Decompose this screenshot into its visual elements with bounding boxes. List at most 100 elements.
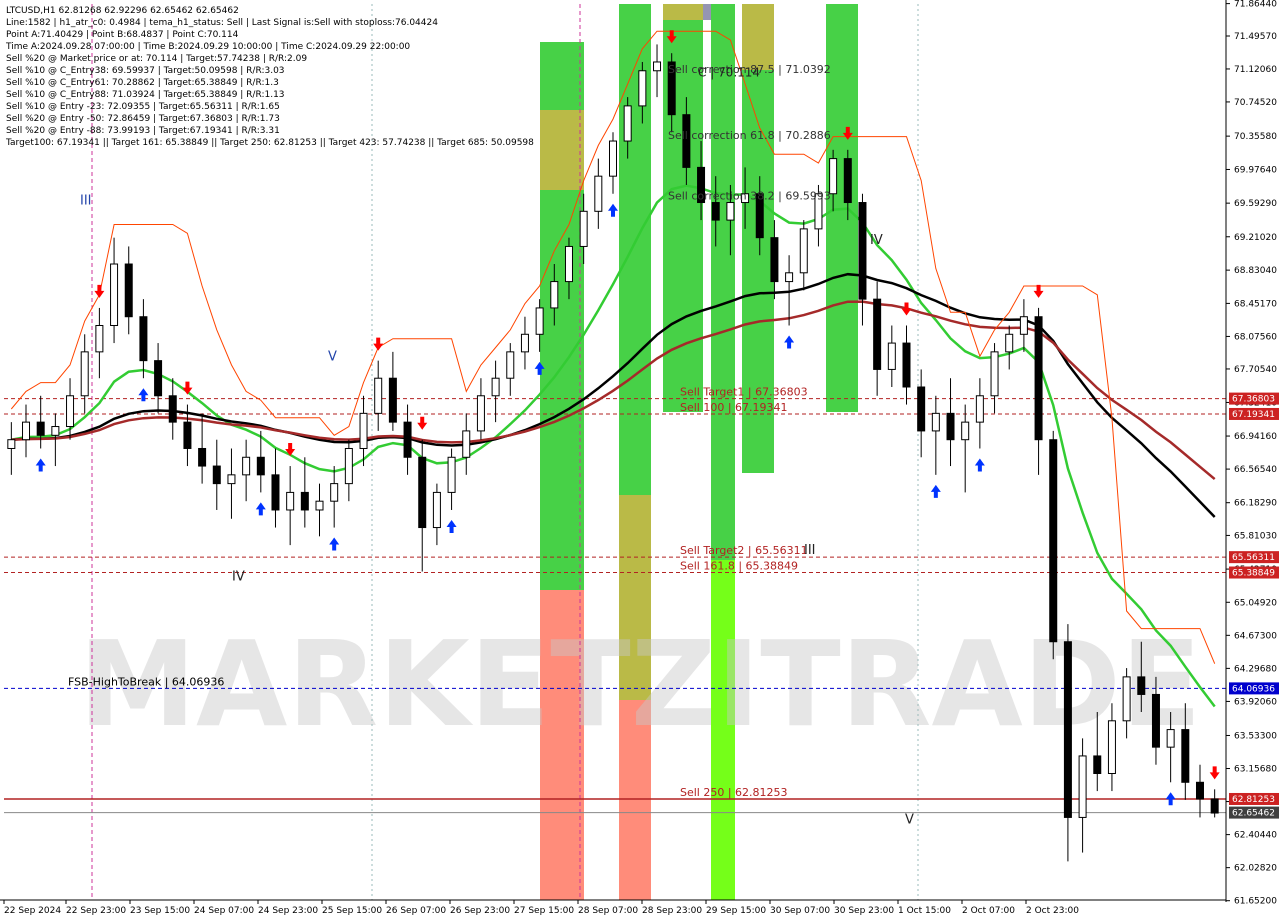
price-badge-label: 64.06936	[1232, 684, 1275, 694]
candle-body	[1181, 729, 1190, 783]
time-tick-label: 30 Sep 07:00	[770, 906, 830, 916]
candle-body	[388, 377, 397, 423]
info-line: LTCUSD,H1 62.81268 62.92296 62.65462 62.…	[6, 6, 239, 16]
candle-body	[1151, 693, 1160, 748]
info-line: Time A:2024.09.28 07:00:00 | Time B:2024…	[5, 42, 410, 52]
candle-body	[506, 351, 515, 379]
price-tick-label: 71.86440	[1234, 0, 1277, 10]
candle-body	[799, 228, 808, 274]
candle-body	[227, 474, 236, 485]
chart-container[interactable]: MARKETZITRADE Sell Target1 | 67.36803 Sel…	[0, 0, 1280, 920]
candle-body	[1049, 439, 1058, 643]
info-line: Sell %10 @ C_Entry61: 70.28862 | Target:…	[6, 78, 279, 88]
candle-body	[374, 377, 383, 414]
candle-body	[22, 421, 31, 441]
candle-body	[168, 395, 177, 423]
candle-body	[579, 210, 588, 247]
price-tick-label: 62.40440	[1234, 831, 1277, 841]
candle-body	[476, 395, 485, 432]
level-label: Sell 161.8 | 65.38849	[680, 560, 798, 573]
info-line: Point A:71.40429 | Point B:68.4837 | Poi…	[6, 30, 239, 40]
candle-body	[931, 412, 940, 432]
wave-label: V	[905, 813, 914, 828]
time-tick-label: 2 Oct 23:00	[1026, 906, 1079, 916]
price-tick-label: 63.53300	[1234, 731, 1277, 741]
candle-body	[829, 158, 838, 195]
candle-body	[198, 447, 207, 467]
candle-body	[990, 351, 999, 397]
candle-body	[344, 447, 353, 485]
candle-body	[917, 386, 926, 432]
price-tick-label: 66.94160	[1234, 432, 1277, 442]
watermark-text: MARKETZITRADE	[79, 615, 1202, 753]
candle-body	[843, 158, 852, 204]
candle-body	[961, 421, 970, 441]
info-line: Sell %20 @ Entry -88: 73.99193 | Target:…	[6, 126, 280, 136]
candle-body	[462, 430, 471, 458]
price-tick-label: 66.18290	[1234, 499, 1277, 509]
price-tick-label: 64.67300	[1234, 631, 1277, 641]
candle-body	[1093, 755, 1102, 775]
candle-body	[51, 426, 60, 436]
candle-body	[975, 395, 984, 423]
price-tick-label: 69.59290	[1234, 199, 1277, 209]
price-tick-label: 66.56540	[1234, 465, 1277, 475]
candle-body	[1107, 720, 1116, 775]
candle-body	[1195, 781, 1204, 800]
candle-body	[124, 263, 133, 318]
price-tick-label: 65.81030	[1234, 531, 1277, 541]
price-tick-label: 70.74520	[1234, 98, 1277, 108]
candle-body	[418, 456, 427, 529]
candle-body	[520, 333, 529, 353]
price-badge-label: 65.56311	[1232, 553, 1275, 563]
price-tick-label: 65.04920	[1234, 598, 1277, 608]
time-tick-label: 22 Sep 2024	[4, 906, 61, 916]
candle-body	[432, 491, 441, 529]
time-tick-label: 24 Sep 23:00	[258, 906, 318, 916]
info-line: Line:1582 | h1_atr_c0: 0.4984 | tema_h1_…	[6, 18, 438, 28]
info-line: Sell %10 @ C_Entry38: 69.59937 | Target:…	[6, 66, 285, 76]
candle-body	[887, 342, 896, 370]
info-line: Sell %20 @ Entry -50: 72.86459 | Target:…	[6, 114, 280, 124]
price-badge-label: 62.65462	[1232, 809, 1275, 819]
time-tick-label: 22 Sep 23:00	[66, 906, 126, 916]
time-tick-label: 29 Sep 15:00	[706, 906, 766, 916]
time-tick-label: 26 Sep 07:00	[386, 906, 446, 916]
candle-body	[7, 439, 16, 449]
candle-body	[403, 421, 412, 458]
info-line: Target100: 67.19341 || Target 161: 65.38…	[5, 138, 534, 148]
candle-body	[711, 202, 720, 221]
wave-label: III	[804, 543, 816, 558]
candle-body	[858, 202, 867, 300]
price-chart[interactable]: MARKETZITRADE Sell Target1 | 67.36803 Sel…	[0, 0, 1280, 920]
candle-body	[110, 263, 119, 327]
price-tick-label: 69.97640	[1234, 165, 1277, 175]
level-label: Sell Target2 | 65.56311	[680, 544, 808, 557]
candle-body	[154, 360, 163, 397]
wave-label: V	[328, 350, 337, 365]
price-tick-label: 64.29680	[1234, 664, 1277, 674]
signal-zone-segment	[540, 42, 584, 110]
candle-body	[550, 281, 559, 309]
candle-body	[1166, 729, 1175, 748]
price-tick-label: 68.45170	[1234, 299, 1277, 309]
candle-body	[1210, 798, 1219, 814]
price-badge-label: 67.19341	[1232, 410, 1275, 420]
candle-body	[139, 316, 148, 362]
candle-body	[902, 342, 911, 388]
candle-body	[330, 483, 339, 502]
candle-body	[80, 351, 89, 397]
candle-body	[623, 105, 632, 142]
price-tick-label: 63.15680	[1234, 765, 1277, 775]
level-label: Sell Target1 | 67.36803	[680, 386, 808, 399]
candle-body	[1005, 333, 1014, 353]
candle-body	[359, 412, 368, 449]
candle-body	[770, 237, 779, 283]
candle-body	[638, 70, 647, 107]
correction-label: Sell correction 61.8 | 70.2886	[668, 129, 831, 142]
candle-body	[726, 202, 735, 221]
candle-body	[212, 465, 221, 485]
candle-body	[785, 272, 794, 283]
candle-body	[653, 61, 662, 72]
candle-body	[300, 491, 309, 511]
